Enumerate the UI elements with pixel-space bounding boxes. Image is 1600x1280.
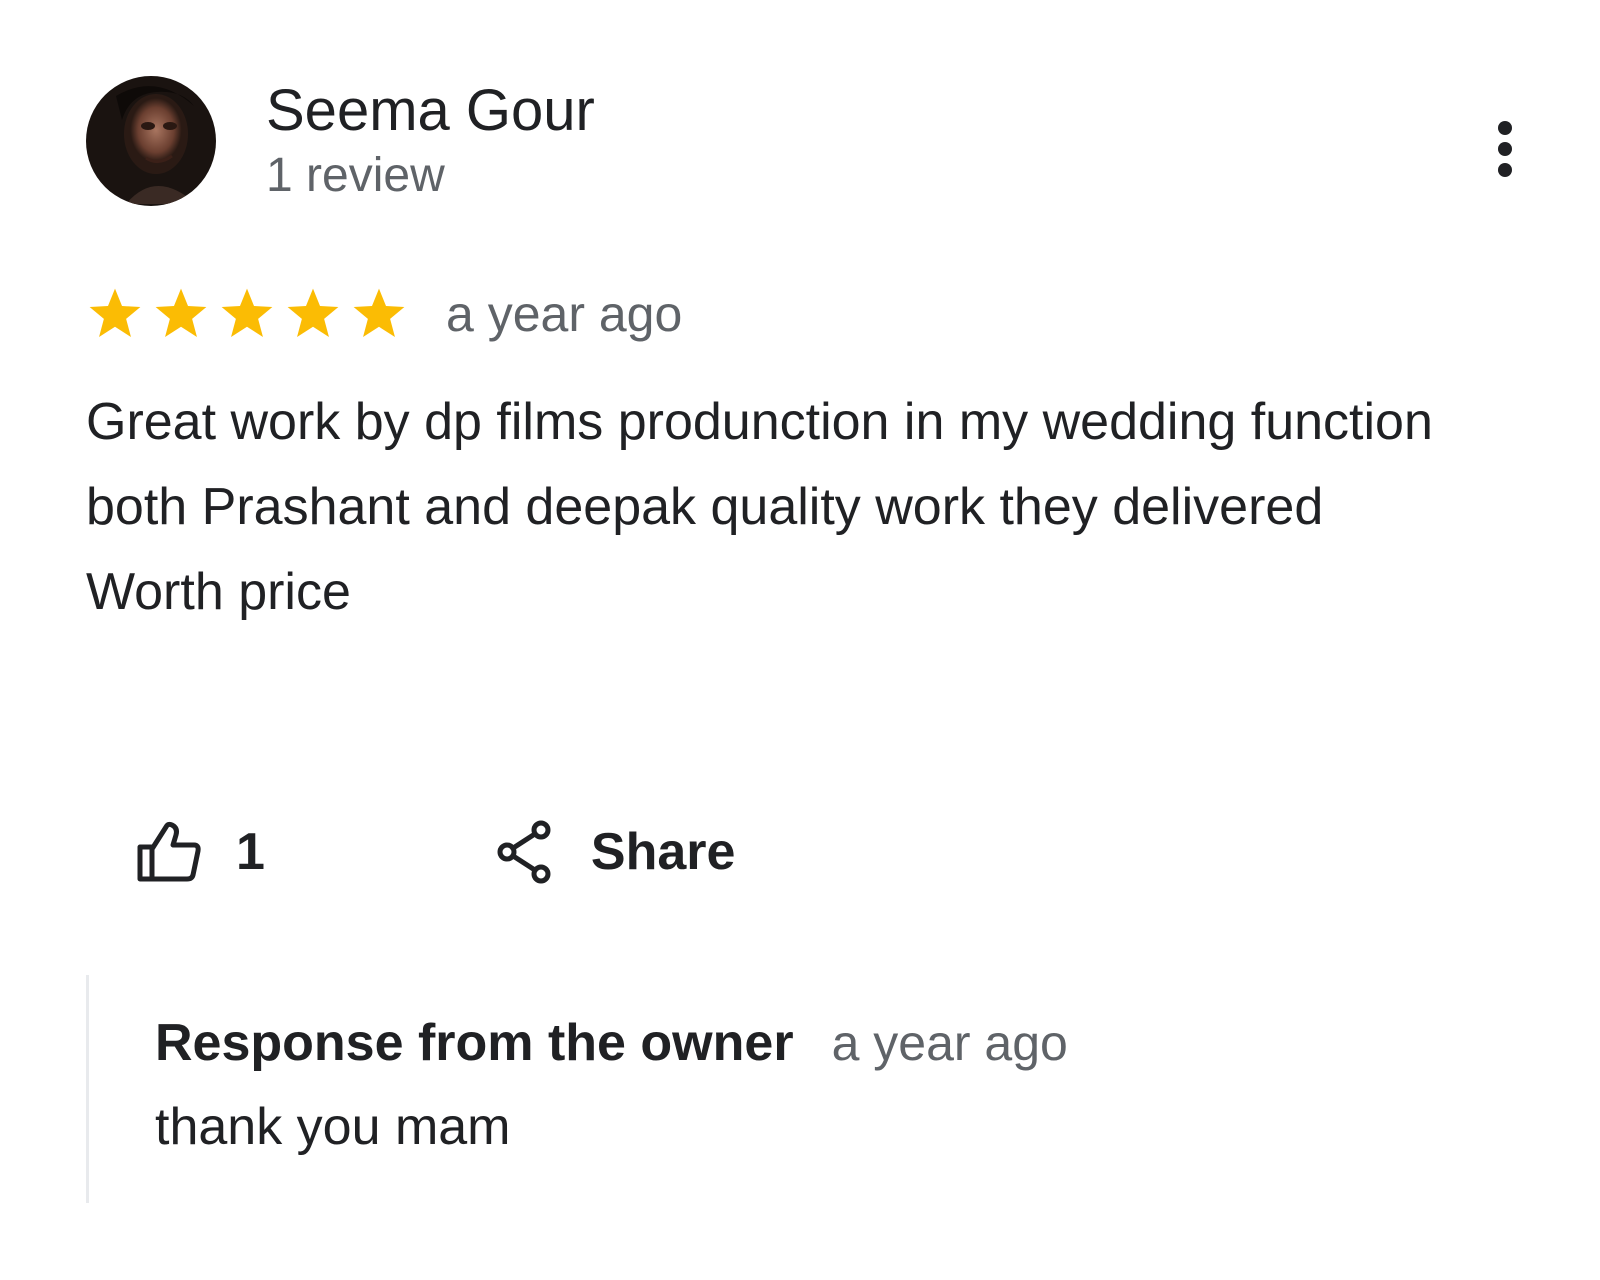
author-info: Seema Gour 1 review — [266, 78, 595, 204]
reviewer-name[interactable]: Seema Gour — [266, 78, 595, 144]
more-options-button[interactable] — [1490, 118, 1520, 184]
share-button[interactable]: Share — [495, 820, 736, 884]
owner-response-text: thank you mam — [155, 1098, 511, 1156]
share-icon — [495, 820, 553, 884]
review-actions: 1 Share — [136, 820, 735, 884]
like-button[interactable]: 1 — [136, 821, 265, 883]
rating-row: a year ago — [86, 284, 682, 344]
owner-response-header: Response from the owner a year ago — [155, 1013, 1068, 1073]
owner-response: Response from the owner a year ago thank… — [86, 975, 1489, 1203]
thumb-up-icon — [136, 821, 202, 883]
more-vert-icon — [1498, 121, 1512, 177]
avatar-image — [86, 76, 216, 206]
owner-response-title: Response from the owner — [155, 1014, 794, 1072]
share-label: Share — [590, 823, 736, 881]
reviewer-header: Seema Gour 1 review — [86, 76, 595, 206]
review-card: Seema Gour 1 review a year ago Great wor… — [0, 0, 1600, 1280]
star-icon — [218, 286, 276, 342]
star-rating — [86, 286, 416, 342]
review-date: a year ago — [446, 286, 683, 342]
like-count: 1 — [236, 823, 265, 881]
star-icon — [350, 286, 408, 342]
reviewer-review-count: 1 review — [266, 149, 445, 202]
star-icon — [152, 286, 210, 342]
star-icon — [86, 286, 144, 342]
review-text: Great work by dp films produnction in my… — [86, 393, 1433, 621]
owner-response-date: a year ago — [831, 1015, 1068, 1071]
avatar[interactable] — [86, 76, 216, 206]
star-icon — [284, 286, 342, 342]
